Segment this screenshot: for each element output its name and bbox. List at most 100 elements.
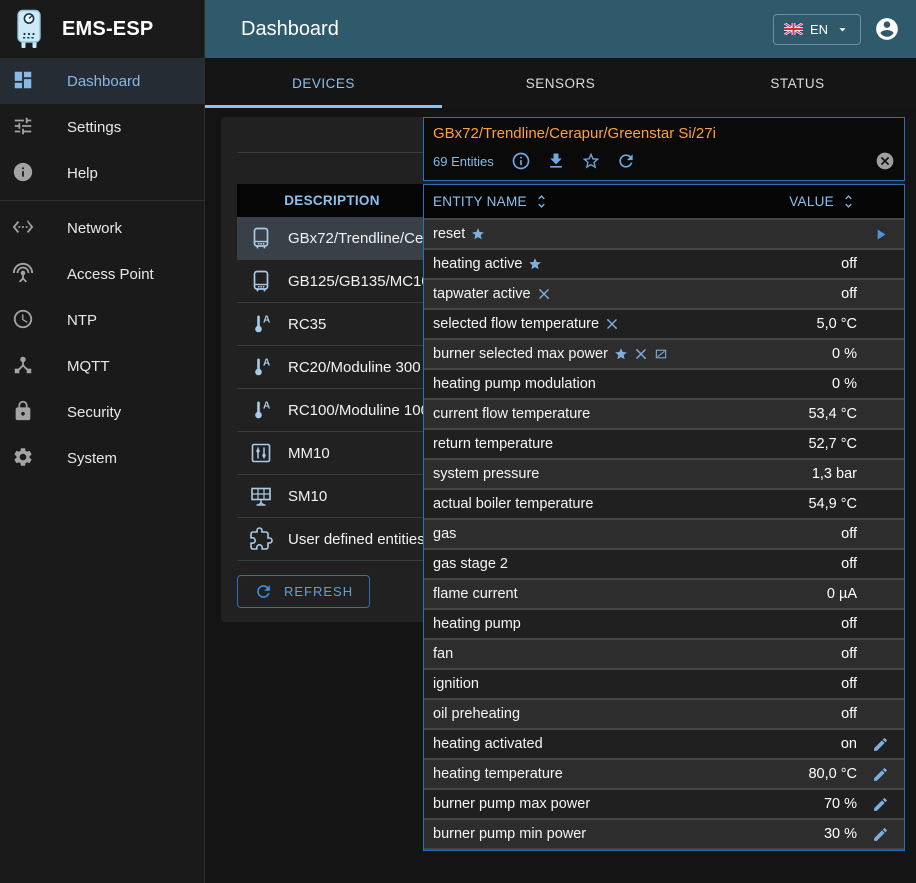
refresh-button[interactable]: REFRESH: [237, 575, 370, 608]
edit-pencil-icon[interactable]: [872, 736, 889, 753]
thermostat-device-icon: A: [249, 398, 273, 422]
close-icon[interactable]: [875, 151, 895, 171]
entity-row-selected-flow-temperature: selected flow temperature 5,0 °C: [424, 310, 904, 340]
boiler-device-icon: [249, 269, 273, 293]
favorite-star-icon: [614, 347, 628, 361]
entity-name: heating activated: [433, 736, 543, 752]
sidebar-item-settings[interactable]: Settings: [0, 104, 204, 150]
language-selector[interactable]: EN: [773, 14, 861, 45]
edit-pencil-icon[interactable]: [872, 826, 889, 843]
sort-value-icon[interactable]: [840, 193, 857, 210]
refresh-icon: [254, 582, 273, 601]
entity-value: 53,4 °C: [808, 406, 857, 422]
entity-name: selected flow temperature: [433, 316, 599, 332]
run-command-icon[interactable]: [872, 226, 889, 243]
mixer-device-icon: [249, 441, 273, 465]
entity-name: system pressure: [433, 466, 539, 482]
language-label: EN: [810, 22, 828, 37]
download-icon[interactable]: [546, 151, 566, 171]
entity-row-actual-boiler-temperature: actual boiler temperature54,9 °C: [424, 490, 904, 520]
entity-row-gas: gasoff: [424, 520, 904, 550]
favorite-star-icon: [471, 227, 485, 241]
entity-name: current flow temperature: [433, 406, 590, 422]
sidebar-item-mqtt[interactable]: MQTT: [0, 343, 204, 389]
sidebar-item-help[interactable]: Help: [0, 150, 204, 196]
entity-row-tapwater-active: tapwater activeoff: [424, 280, 904, 310]
entity-value: 0 %: [832, 376, 857, 392]
tab-devices[interactable]: DEVICES: [205, 58, 442, 108]
thermostat-device-icon: A: [249, 355, 273, 379]
device-table-header: DESCRIPTION: [237, 184, 427, 217]
entity-table: ENTITY NAME VALUE resetheating activeoff…: [423, 184, 905, 851]
entity-value: off: [841, 706, 857, 722]
system-gear-icon: [12, 446, 36, 470]
entity-value: off: [841, 526, 857, 542]
access-point-antenna-icon: [12, 262, 36, 286]
dashboard-icon: [12, 69, 36, 93]
value-column-header: VALUE: [789, 194, 834, 209]
device-name: RC100/Moduline 1000: [288, 402, 437, 419]
sidebar-item-label: Security: [67, 404, 121, 421]
sort-entity-name-icon[interactable]: [533, 193, 550, 210]
sidebar-item-ntp[interactable]: NTP: [0, 297, 204, 343]
device-name: GB125/GB135/MC10: [288, 273, 430, 290]
entity-value: off: [841, 286, 857, 302]
sidebar-item-access-point[interactable]: Access Point: [0, 251, 204, 297]
entity-row-return-temperature: return temperature52,7 °C: [424, 430, 904, 460]
entity-name: gas stage 2: [433, 556, 508, 572]
entity-row-oil-preheating: oil preheatingoff: [424, 700, 904, 730]
account-circle-icon[interactable]: [874, 16, 900, 42]
uk-flag-icon: [784, 23, 803, 35]
mqtt-hub-icon: [12, 354, 36, 378]
thermostat-device-icon: A: [249, 312, 273, 336]
entities-count: 69 Entities: [433, 154, 494, 169]
solar-device-icon: [249, 484, 273, 508]
entity-value: 30 %: [824, 826, 857, 842]
entity-row-flame-current: flame current0 µA: [424, 580, 904, 610]
tab-sensors[interactable]: SENSORS: [442, 58, 679, 108]
entity-value: 70 %: [824, 796, 857, 812]
entity-value: 0 %: [832, 346, 857, 362]
sidebar-item-label: System: [67, 450, 117, 467]
info-outline-icon[interactable]: [511, 151, 531, 171]
boiler-logo-icon: [12, 9, 46, 49]
crossed-tools-icon: [537, 287, 551, 301]
edit-pencil-icon[interactable]: [872, 766, 889, 783]
entity-row-gas-stage-2: gas stage 2off: [424, 550, 904, 580]
ntp-clock-icon: [12, 308, 36, 332]
tab-status[interactable]: STATUS: [679, 58, 916, 108]
sidebar-item-label: MQTT: [67, 358, 110, 375]
entity-row-burner-selected-max-power: burner selected max power0 %: [424, 340, 904, 370]
entity-name: reset: [433, 226, 465, 242]
entity-name: heating pump modulation: [433, 376, 596, 392]
entity-row-current-flow-temperature: current flow temperature 53,4 °C: [424, 400, 904, 430]
entity-value: off: [841, 646, 857, 662]
entity-value: 52,7 °C: [808, 436, 857, 452]
sidebar-item-label: Network: [67, 220, 122, 237]
sidebar-item-security[interactable]: Security: [0, 389, 204, 435]
entity-name: ignition: [433, 676, 479, 692]
star-outline-icon[interactable]: [581, 151, 601, 171]
device-detail-title: GBx72/Trendline/Cerapur/Greenstar Si/27i: [433, 125, 895, 142]
sidebar-item-dashboard[interactable]: Dashboard: [0, 58, 204, 104]
sidebar-item-system[interactable]: System: [0, 435, 204, 481]
entity-name: flame current: [433, 586, 518, 602]
entity-row-heating-pump-modulation: heating pump modulation 0 %: [424, 370, 904, 400]
refresh-icon[interactable]: [616, 151, 636, 171]
sidebar-item-label: Dashboard: [67, 73, 140, 90]
brand-row: EMS-ESP: [0, 0, 204, 58]
entity-name-column-header: ENTITY NAME: [433, 194, 527, 209]
refresh-button-label: REFRESH: [284, 584, 353, 599]
entity-name: actual boiler temperature: [433, 496, 593, 512]
description-column-header: DESCRIPTION: [284, 193, 380, 208]
crossed-tools-icon: [634, 347, 648, 361]
entity-value: 1,3 bar: [812, 466, 857, 482]
entity-value: 5,0 °C: [817, 316, 857, 332]
device-name: RC35: [288, 316, 326, 333]
edit-pencil-icon[interactable]: [872, 796, 889, 813]
sidebar-item-network[interactable]: Network: [0, 205, 204, 251]
entity-row-system-pressure: system pressure 1,3 bar: [424, 460, 904, 490]
help-info-icon: [12, 161, 36, 185]
entity-name: burner pump min power: [433, 826, 586, 842]
sidebar-item-label: Settings: [67, 119, 121, 136]
